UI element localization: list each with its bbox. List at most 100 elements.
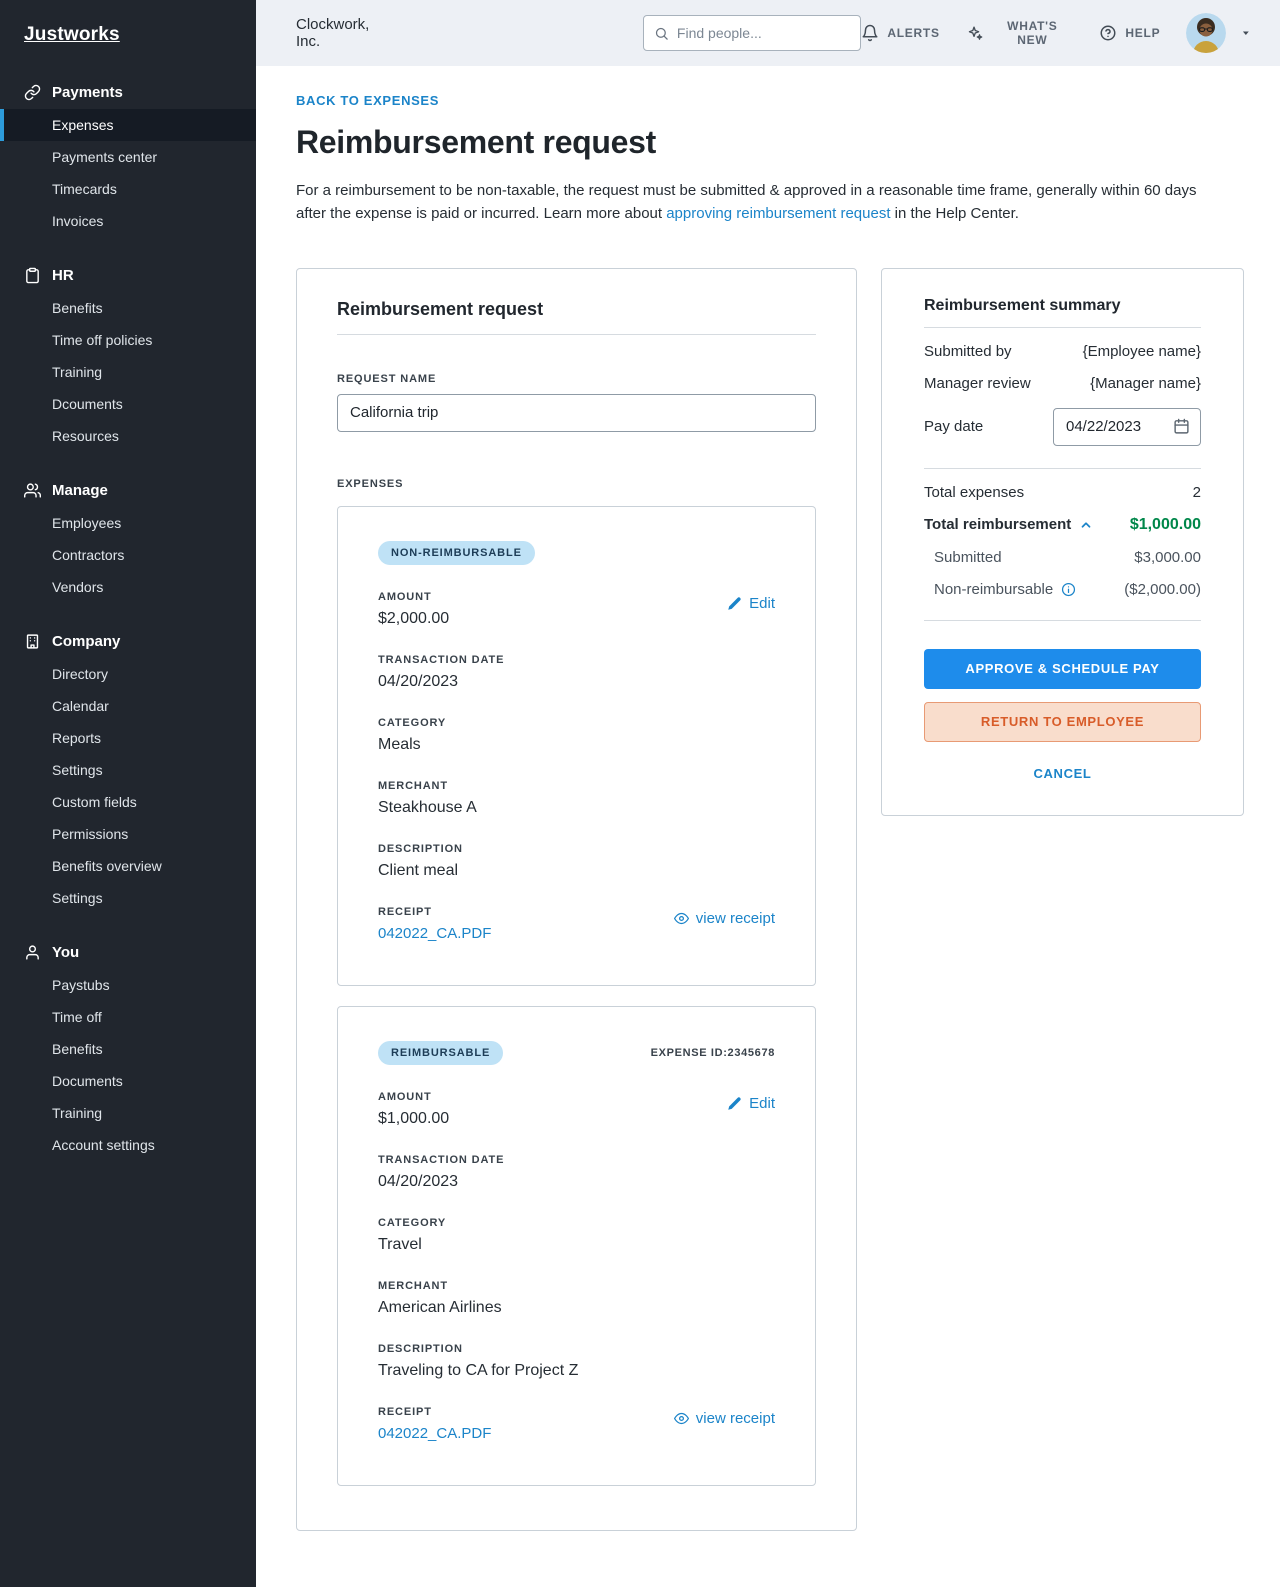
total-reimbursement-value: $1,000.00 (1129, 515, 1201, 533)
edit-expense-link[interactable]: Edit (727, 1095, 775, 1112)
cancel-link[interactable]: CANCEL (924, 766, 1201, 781)
sidebar-item-paystubs[interactable]: Paystubs (0, 969, 256, 1001)
receipt-file-link[interactable]: 042022_CA.PDF (378, 925, 491, 942)
sidebar-item-benefits[interactable]: Benefits (0, 292, 256, 324)
amount-row: AMOUNT $1,000.00 Edit (378, 1091, 775, 1128)
description-field: DESCRIPTION Client meal (378, 843, 775, 880)
expense-card-non-reimbursable: NON-REIMBURSABLE AMOUNT $2,000.00 Edit T… (337, 505, 816, 986)
sidebar-item-employees[interactable]: Employees (0, 507, 256, 539)
description-value: Traveling to CA for Project Z (378, 1361, 579, 1379)
view-receipt-link[interactable]: view receipt (673, 1409, 775, 1427)
manager-review-value: {Manager name} (1090, 374, 1201, 392)
help-label: HELP (1125, 26, 1161, 40)
total-expenses-label: Total expenses (924, 483, 1025, 501)
sidebar-item-reports[interactable]: Reports (0, 722, 256, 754)
sidebar-item-benefits-overview[interactable]: Benefits overview (0, 850, 256, 882)
sidebar-item-directory[interactable]: Directory (0, 658, 256, 690)
expense-card-reimbursable: REIMBURSABLE EXPENSE ID:2345678 AMOUNT $… (337, 1005, 816, 1486)
pay-date-input-wrap[interactable] (1053, 407, 1201, 446)
sidebar-item-documents[interactable]: Dcouments (0, 388, 256, 420)
sidebar-item-resources[interactable]: Resources (0, 420, 256, 452)
category-value: Travel (378, 1235, 422, 1253)
total-reimbursement-row: Total reimbursement $1,000.00 (924, 516, 1201, 534)
sidebar-section-label: HR (52, 267, 74, 284)
chevron-up-icon[interactable] (1079, 518, 1093, 532)
merchant-value: American Airlines (378, 1298, 502, 1316)
summary-title: Reimbursement summary (924, 271, 1201, 328)
submitted-label: Submitted (934, 548, 1002, 566)
sidebar-item-your-benefits[interactable]: Benefits (0, 1033, 256, 1065)
sidebar-item-settings[interactable]: Settings (0, 754, 256, 786)
user-icon (26, 945, 39, 960)
sidebar-item-settings-2[interactable]: Settings (0, 882, 256, 914)
receipt-file-link[interactable]: 042022_CA.PDF (378, 1425, 491, 1442)
sidebar-item-account-settings[interactable]: Account settings (0, 1129, 256, 1161)
topbar-right: ALERTS WHAT'S NEW HELP (861, 13, 1252, 53)
description-value: Client meal (378, 861, 459, 879)
sidebar-item-your-documents[interactable]: Documents (0, 1065, 256, 1097)
sidebar: Justworks Payments Expenses Payments cen… (0, 0, 256, 1587)
sidebar-section-you: You (0, 936, 256, 969)
sidebar-section-label: You (52, 944, 80, 961)
content: BACK TO EXPENSES Reimbursement request F… (256, 66, 1280, 1587)
sidebar-section-label: Payments (52, 84, 123, 101)
main-column: Clockwork, Inc. ALERTS WHAT'S NEW HELP (256, 0, 1280, 1587)
transaction-date-value: 04/20/2023 (378, 1172, 459, 1190)
status-badge: REIMBURSABLE (378, 1040, 504, 1065)
status-badge: NON-REIMBURSABLE (378, 540, 535, 565)
back-to-expenses-link[interactable]: BACK TO EXPENSES (296, 93, 439, 108)
sidebar-item-training[interactable]: Training (0, 356, 256, 388)
non-reimbursable-value: ($2,000.00) (1124, 580, 1201, 598)
receipt-row: RECEIPT 042022_CA.PDF view receipt (378, 1406, 775, 1443)
request-card-title: Reimbursement request (337, 273, 816, 335)
avatar[interactable] (1186, 13, 1227, 53)
sidebar-item-calendar[interactable]: Calendar (0, 690, 256, 722)
sidebar-item-invoices[interactable]: Invoices (0, 205, 256, 237)
justworks-logo[interactable]: Justworks (0, 20, 144, 54)
return-to-employee-button[interactable]: RETURN TO EMPLOYEE (924, 701, 1201, 742)
sidebar-item-permissions[interactable]: Permissions (0, 818, 256, 850)
submitted-row: Submitted $3,000.00 (924, 549, 1201, 566)
sidebar-item-expenses[interactable]: Expenses (0, 109, 256, 141)
edit-expense-link[interactable]: Edit (727, 595, 775, 612)
avatar-image (1186, 13, 1227, 53)
total-expenses-value: 2 (1192, 483, 1201, 501)
approving-reimbursement-link[interactable]: approving reimbursement request (666, 205, 890, 222)
reimbursement-request-card: Reimbursement request REQUEST NAME EXPEN… (296, 267, 857, 1531)
sidebar-section-hr: HR (0, 259, 256, 292)
sidebar-item-timecards[interactable]: Timecards (0, 173, 256, 205)
sidebar-item-custom-fields[interactable]: Custom fields (0, 786, 256, 818)
approve-schedule-pay-button[interactable]: APPROVE & SCHEDULE PAY (924, 648, 1201, 689)
view-receipt-link[interactable]: view receipt (673, 910, 775, 927)
calendar-icon[interactable] (1173, 418, 1190, 435)
search-box[interactable] (642, 15, 862, 51)
eye-icon (673, 912, 689, 924)
category-field: CATEGORY Meals (378, 717, 775, 754)
summary-divider (924, 619, 1201, 621)
sidebar-item-payments-center[interactable]: Payments center (0, 141, 256, 173)
sidebar-item-your-training[interactable]: Training (0, 1097, 256, 1129)
pay-date-label: Pay date (924, 418, 984, 435)
chevron-down-icon[interactable] (1240, 27, 1252, 39)
merchant-label: MERCHANT (378, 779, 448, 792)
alerts-button[interactable]: ALERTS (861, 24, 939, 42)
whats-new-label: WHAT'S NEW (1007, 19, 1058, 47)
users-icon (24, 483, 41, 498)
help-button[interactable]: HELP (1099, 24, 1160, 42)
sidebar-section-manage: Manage (0, 474, 256, 507)
sidebar-item-time-off-policies[interactable]: Time off policies (0, 324, 256, 356)
receipt-label: RECEIPT (378, 1405, 432, 1418)
receipt-field: RECEIPT 042022_CA.PDF (378, 906, 491, 943)
merchant-value: Steakhouse A (378, 798, 477, 816)
info-icon[interactable] (1061, 582, 1076, 597)
search-input[interactable] (676, 25, 851, 41)
sparkles-icon (968, 26, 983, 40)
pay-date-input[interactable] (1066, 418, 1167, 435)
request-name-input[interactable] (337, 393, 816, 432)
sidebar-item-vendors[interactable]: Vendors (0, 571, 256, 603)
view-receipt-label: view receipt (695, 1409, 775, 1427)
whats-new-button[interactable]: WHAT'S NEW (966, 19, 1074, 47)
sidebar-item-contractors[interactable]: Contractors (0, 539, 256, 571)
submitted-by-label: Submitted by (924, 342, 1012, 360)
sidebar-item-time-off[interactable]: Time off (0, 1001, 256, 1033)
